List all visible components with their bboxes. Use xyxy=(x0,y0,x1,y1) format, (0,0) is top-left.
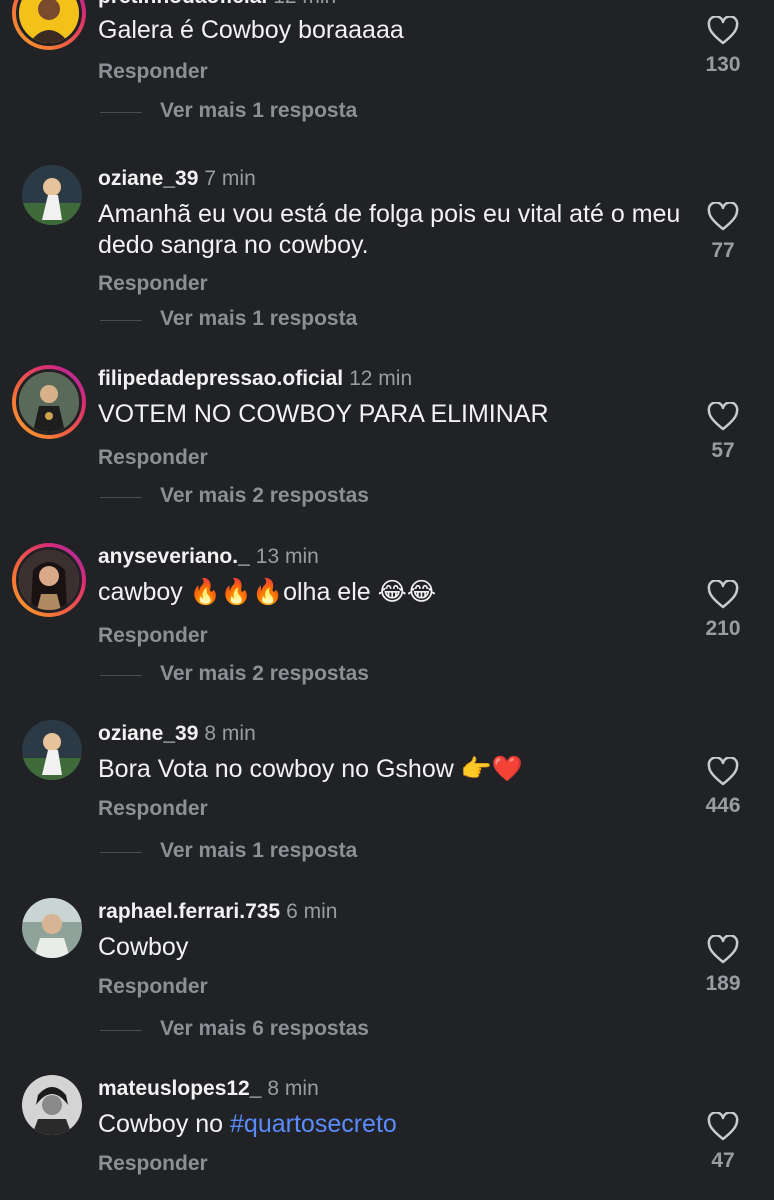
comment-meta: oziane_39 8 min xyxy=(98,721,256,747)
reply-button[interactable]: Responder xyxy=(98,624,208,648)
heart-outline-icon xyxy=(707,202,739,231)
comment-meta: oziane_39 7 min xyxy=(98,166,256,192)
divider xyxy=(100,320,142,321)
divider xyxy=(100,497,142,498)
username[interactable]: anyseveriano._ xyxy=(98,545,250,568)
heart-outline-icon xyxy=(707,16,739,45)
avatar[interactable] xyxy=(12,365,86,439)
like-count: 57 xyxy=(711,439,735,462)
like-count: 189 xyxy=(705,972,741,995)
avatar[interactable] xyxy=(12,543,86,617)
timestamp: 7 min xyxy=(204,167,256,190)
divider xyxy=(100,675,142,676)
heart-outline-icon xyxy=(707,580,739,609)
username[interactable]: mateuslopes12_ xyxy=(98,1077,261,1100)
like-button[interactable]: 446 xyxy=(700,757,746,818)
like-count: 210 xyxy=(705,617,741,640)
like-count: 130 xyxy=(705,53,741,76)
view-more-replies-label: Ver mais 2 respostas xyxy=(160,662,369,685)
divider xyxy=(100,112,142,113)
heart-outline-icon xyxy=(707,402,739,431)
comment-text: Amanhã eu vou está de folga pois eu vita… xyxy=(98,200,681,259)
comment-meta: raphael.ferrari.735 6 min xyxy=(98,899,337,925)
comment-text: Galera é Cowboy boraaaaa xyxy=(98,16,404,44)
comment-text: cawboy 🔥🔥🔥olha ele 😂😂 xyxy=(98,578,437,606)
username[interactable]: oziane_39 xyxy=(98,167,198,190)
view-more-replies-label: Ver mais 6 respostas xyxy=(160,1017,369,1040)
reply-button[interactable]: Responder xyxy=(98,1152,208,1176)
avatar[interactable] xyxy=(12,0,86,50)
view-more-replies-label: Ver mais 1 resposta xyxy=(160,839,358,862)
like-count: 47 xyxy=(711,1149,735,1172)
comment-text: Bora Vota no cowboy no Gshow 👉❤️ xyxy=(98,755,523,783)
comment-meta: pretinhodaoficial 12 min xyxy=(98,0,336,10)
like-button[interactable]: 47 xyxy=(700,1112,746,1173)
like-button[interactable]: 189 xyxy=(700,935,746,996)
comment-text: VOTEM NO COWBOY PARA ELIMINAR xyxy=(98,400,549,428)
reply-button[interactable]: Responder xyxy=(98,975,208,999)
view-more-replies-label: Ver mais 1 resposta xyxy=(160,307,358,330)
reply-button[interactable]: Responder xyxy=(98,446,208,470)
like-button[interactable]: 57 xyxy=(700,402,746,463)
avatar[interactable] xyxy=(22,1075,82,1135)
like-button[interactable]: 130 xyxy=(700,16,746,77)
heart-outline-icon xyxy=(707,1112,739,1141)
avatar[interactable] xyxy=(22,898,82,958)
timestamp: 8 min xyxy=(267,1077,319,1100)
timestamp: 12 min xyxy=(273,0,336,8)
comment-meta: anyseveriano._ 13 min xyxy=(98,544,319,570)
avatar[interactable] xyxy=(22,165,82,225)
username[interactable]: oziane_39 xyxy=(98,722,198,745)
reply-button[interactable]: Responder xyxy=(98,60,208,84)
avatar[interactable] xyxy=(22,720,82,780)
username[interactable]: filipedadepressao.oficial xyxy=(98,367,343,390)
comment-text: Cowboy no #quartosecreto xyxy=(98,1109,688,1140)
reply-button[interactable]: Responder xyxy=(98,272,208,296)
timestamp: 12 min xyxy=(349,367,413,390)
divider xyxy=(100,1030,142,1031)
like-count: 446 xyxy=(705,794,741,817)
comment-text: Cowboy xyxy=(98,933,189,961)
heart-outline-icon xyxy=(707,757,739,786)
hashtag-link[interactable]: #quartosecreto xyxy=(230,1110,397,1138)
comment-text-prefix: Cowboy no xyxy=(98,1110,231,1138)
like-count: 77 xyxy=(711,239,735,262)
reply-button[interactable]: Responder xyxy=(98,797,208,821)
timestamp: 8 min xyxy=(204,722,256,745)
view-more-replies-label: Ver mais 1 resposta xyxy=(160,99,358,122)
like-button[interactable]: 210 xyxy=(700,580,746,641)
divider xyxy=(100,852,142,853)
username[interactable]: raphael.ferrari.735 xyxy=(98,900,280,923)
timestamp: 13 min xyxy=(255,545,319,568)
view-more-replies-label: Ver mais 2 respostas xyxy=(160,484,369,507)
comment-meta: mateuslopes12_ 8 min xyxy=(98,1076,319,1102)
like-button[interactable]: 77 xyxy=(700,202,746,263)
comment-meta: filipedadepressao.oficial 12 min xyxy=(98,366,412,392)
username[interactable]: pretinhodaoficial xyxy=(98,0,267,8)
timestamp: 6 min xyxy=(286,900,338,923)
heart-outline-icon xyxy=(707,935,739,964)
